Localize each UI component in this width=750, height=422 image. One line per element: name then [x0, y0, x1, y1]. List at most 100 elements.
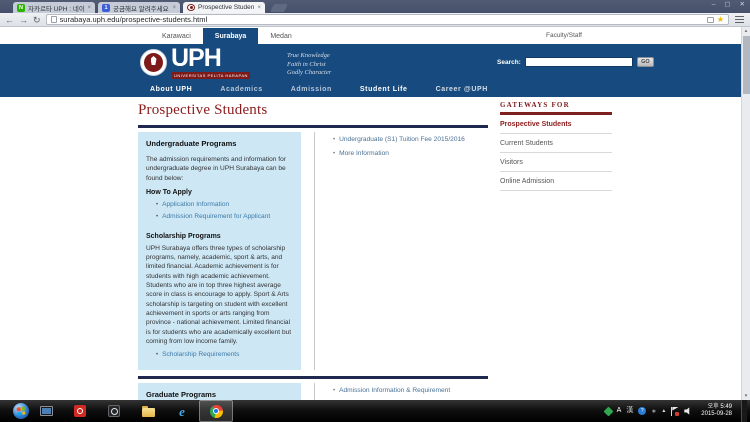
- undergraduate-heading: Undergraduate Programs: [146, 139, 293, 148]
- scholarship-requirements-link[interactable]: Scholarship Requirements: [156, 351, 293, 358]
- sidebar-item-visitors[interactable]: Visitors: [500, 153, 612, 172]
- campus-medan-link[interactable]: Medan: [258, 28, 303, 44]
- tab-title: 자카르타 UPH : 네이버 블: [28, 3, 84, 13]
- scrollbar[interactable]: ▲ ▼: [741, 27, 750, 400]
- screen: N 자카르타 UPH : 네이버 블 × 1 궁금해요 알려주세요~ 글 × P…: [0, 0, 750, 422]
- sidebar-item-online-admission[interactable]: Online Admission: [500, 172, 612, 191]
- back-icon[interactable]: ←: [5, 15, 14, 25]
- scroll-up-icon[interactable]: ▲: [742, 27, 750, 35]
- scholarship-body: UPH Surabaya offers three types of schol…: [146, 244, 293, 346]
- graduate-heading: Graduate Programs: [146, 390, 293, 399]
- tab-close-icon[interactable]: ×: [257, 5, 261, 11]
- start-button[interactable]: [13, 403, 29, 419]
- antivirus-tray-icon[interactable]: [603, 406, 613, 416]
- uph-crest-icon[interactable]: [140, 49, 167, 76]
- taskbar-explorer[interactable]: [131, 400, 165, 422]
- refresh-icon[interactable]: ↻: [33, 15, 41, 25]
- close-button[interactable]: ✕: [740, 1, 745, 9]
- page-title: Prospective Students: [138, 102, 488, 119]
- forward-icon[interactable]: →: [19, 15, 28, 25]
- chrome-menu-icon[interactable]: [734, 16, 745, 24]
- system-tray: A 漢 ? ∗ ▲ 오후 5:49 2015-09-28: [605, 400, 750, 422]
- tab-title: 궁금해요 알려주세요~ 글: [113, 3, 169, 13]
- minimize-button[interactable]: –: [712, 1, 716, 9]
- ime-language-indicator[interactable]: A: [617, 407, 622, 415]
- naver-favicon-icon: N: [17, 4, 25, 12]
- clock-date: 2015-09-28: [701, 411, 732, 419]
- taskbar-clock-app[interactable]: [97, 400, 131, 422]
- tab-close-icon[interactable]: ×: [172, 5, 176, 11]
- tray-misc-icon[interactable]: ∗: [651, 408, 656, 415]
- volume-icon[interactable]: [684, 407, 692, 415]
- tray-overflow-icon[interactable]: ▲: [661, 408, 666, 414]
- application-information-link[interactable]: Application Information: [156, 201, 293, 208]
- taskbar: e A 漢 ? ∗ ▲ 오후 5:49 2015-09-28: [0, 400, 750, 422]
- campus-surabaya-tab[interactable]: Surabaya: [203, 28, 259, 44]
- tuition-fee-link[interactable]: Undergraduate (S1) Tuition Fee 2015/2016: [333, 136, 465, 143]
- qna-favicon-icon: 1: [102, 4, 110, 12]
- new-tab-button[interactable]: [270, 4, 288, 12]
- tab-title: Prospective Students: [198, 4, 254, 11]
- how-to-apply-heading: How To Apply: [146, 189, 293, 196]
- tagline-line: Faith in Christ: [287, 61, 331, 70]
- gateways-heading: GATEWAYS FOR: [500, 101, 612, 115]
- scholarship-links: Scholarship Requirements: [156, 351, 293, 358]
- nav-career-uph[interactable]: Career @UPH: [436, 86, 488, 93]
- browser-tab-1[interactable]: N 자카르타 UPH : 네이버 블 ×: [13, 2, 95, 13]
- taskbar-chrome[interactable]: [199, 400, 233, 422]
- search-label: Search:: [497, 59, 521, 66]
- campus-nav: Karawaci Surabaya Medan Faculty/Staff: [0, 28, 742, 44]
- apply-links: Application Information Admission Requir…: [156, 201, 293, 220]
- chrome-icon: [210, 405, 223, 418]
- tagline-line: Godly Character: [287, 69, 331, 78]
- scroll-down-icon[interactable]: ▼: [742, 392, 750, 400]
- folder-icon: [142, 408, 155, 417]
- scholarship-heading: Scholarship Programs: [146, 233, 293, 240]
- action-center-flag-icon[interactable]: [671, 407, 679, 416]
- tagline-line: True Knowledge: [287, 52, 331, 61]
- more-information-link[interactable]: More Information: [333, 150, 465, 157]
- browser-tabstrip: N 자카르타 UPH : 네이버 블 × 1 궁금해요 알려주세요~ 글 × P…: [0, 0, 750, 13]
- tab-close-icon[interactable]: ×: [87, 5, 91, 11]
- help-tray-icon[interactable]: ?: [638, 407, 646, 415]
- address-bar[interactable]: surabaya.uph.edu/prospective-students.ht…: [46, 14, 729, 25]
- admission-requirement-link[interactable]: Admission Requirement for Applicant: [156, 213, 293, 220]
- media-player-icon: [74, 405, 86, 417]
- scrollbar-thumb[interactable]: [743, 36, 750, 94]
- window-controls: – ▢ ✕: [712, 1, 745, 9]
- site-header: UPH UNIVERSITAS PELITA HARAPAN True Know…: [0, 44, 750, 97]
- browser-tab-active[interactable]: Prospective Students ×: [183, 2, 265, 13]
- nav-student-life[interactable]: Student Life: [360, 86, 408, 93]
- uph-logo-text[interactable]: UPH: [171, 45, 221, 72]
- undergraduate-side-links: Undergraduate (S1) Tuition Fee 2015/2016…: [315, 128, 465, 370]
- faculty-staff-link[interactable]: Faculty/Staff: [546, 32, 582, 39]
- uph-favicon-icon: [187, 4, 195, 11]
- taskbar-internet-explorer[interactable]: e: [165, 400, 199, 422]
- taskbar-monitor-app[interactable]: [29, 400, 63, 422]
- ime-hanja-indicator[interactable]: 漢: [626, 407, 633, 415]
- search-input[interactable]: [525, 57, 633, 67]
- campus-karawaci-link[interactable]: Karawaci: [150, 28, 203, 44]
- taskbar-clock[interactable]: 오후 5:49 2015-09-28: [697, 404, 736, 419]
- nav-about-uph[interactable]: About UPH: [150, 86, 192, 93]
- main-column: Prospective Students Undergraduate Progr…: [138, 97, 488, 422]
- url-text[interactable]: surabaya.uph.edu/prospective-students.ht…: [60, 15, 704, 24]
- maximize-button[interactable]: ▢: [724, 1, 730, 9]
- clock-time: 오후 5:49: [701, 404, 732, 412]
- undergraduate-section: Undergraduate Programs The admission req…: [138, 128, 488, 370]
- admission-info-requirement-link[interactable]: Admission Information & Requirement: [333, 387, 450, 394]
- sidebar-item-current-students[interactable]: Current Students: [500, 134, 612, 153]
- undergraduate-intro: The admission requirements and informati…: [146, 155, 293, 183]
- taskbar-media-player-app[interactable]: [63, 400, 97, 422]
- search-go-button[interactable]: GO: [637, 57, 654, 67]
- nav-admission[interactable]: Admission: [291, 86, 332, 93]
- nav-academics[interactable]: Academics: [220, 86, 262, 93]
- undergraduate-box: Undergraduate Programs The admission req…: [138, 132, 301, 370]
- omnibox-extension-icon[interactable]: [707, 17, 714, 23]
- bookmark-star-icon[interactable]: ★: [717, 16, 724, 24]
- gateways-sidebar: GATEWAYS FOR Prospective Students Curren…: [500, 101, 612, 191]
- page-icon: [51, 16, 57, 23]
- show-desktop-button[interactable]: [741, 400, 747, 422]
- sidebar-item-prospective-students[interactable]: Prospective Students: [500, 115, 612, 134]
- browser-tab-2[interactable]: 1 궁금해요 알려주세요~ 글 ×: [98, 2, 180, 13]
